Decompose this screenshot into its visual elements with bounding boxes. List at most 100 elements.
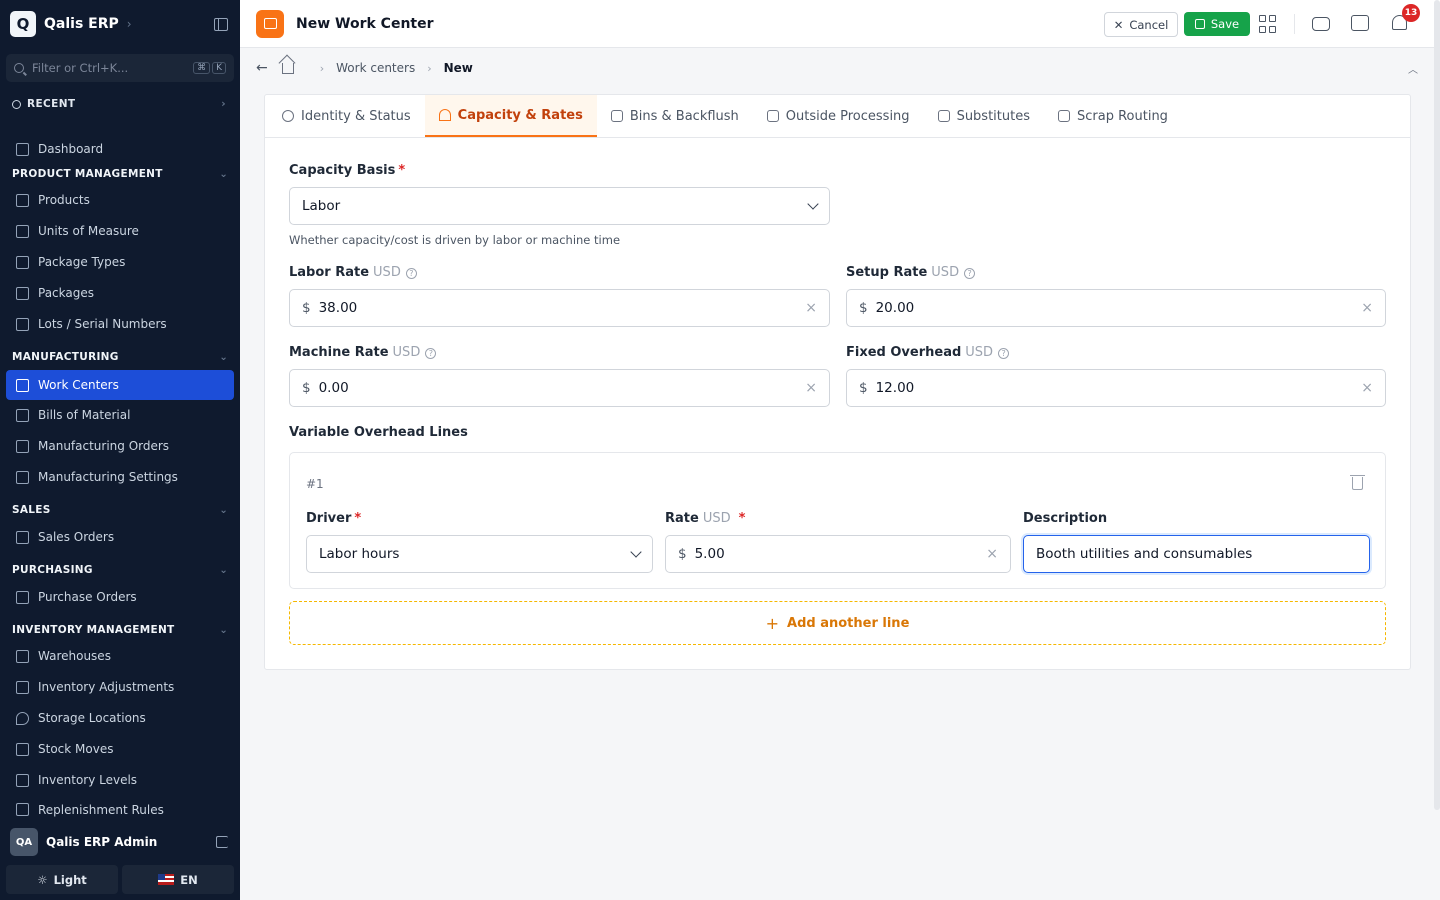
section-inventory-management[interactable]: INVENTORY MANAGEMENT ⌄ bbox=[12, 624, 228, 636]
hierarchy-icon bbox=[16, 408, 29, 422]
section-manufacturing[interactable]: MANUFACTURING ⌄ bbox=[12, 351, 228, 363]
unit-label: USD bbox=[965, 345, 994, 360]
labor-rate-input[interactable]: $38.00 × bbox=[289, 289, 830, 327]
sidebar-item-manufacturing-orders[interactable]: Manufacturing Orders bbox=[6, 431, 234, 461]
sidebar-item-inventory-levels[interactable]: Inventory Levels bbox=[6, 765, 234, 795]
currency-symbol: $ bbox=[302, 380, 311, 396]
setup-rate-input[interactable]: $20.00 × bbox=[846, 289, 1386, 327]
sidebar-item-sales-orders[interactable]: Sales Orders bbox=[6, 522, 234, 552]
sidebar-item-replenishment-rules[interactable]: Replenishment Rules bbox=[6, 796, 234, 818]
section-label: SALES bbox=[12, 504, 51, 516]
map-pin-icon bbox=[16, 711, 29, 725]
help-icon[interactable]: ? bbox=[998, 348, 1010, 359]
sidebar-item-packages[interactable]: Packages bbox=[6, 278, 234, 308]
capacity-basis-select[interactable]: Labor bbox=[289, 187, 830, 225]
chevron-right-icon[interactable]: › bbox=[127, 17, 132, 31]
clear-icon[interactable]: × bbox=[1361, 380, 1373, 396]
tab-label: Bins & Backflush bbox=[629, 108, 739, 124]
sidebar-item-bills-of-material[interactable]: Bills of Material bbox=[6, 400, 234, 430]
sidebar-item-manufacturing-settings[interactable]: Manufacturing Settings bbox=[6, 462, 234, 492]
currency-symbol: $ bbox=[678, 546, 687, 562]
currency-symbol: $ bbox=[859, 380, 868, 396]
tab-capacity-rates[interactable]: Capacity & Rates bbox=[424, 95, 597, 137]
section-product-management[interactable]: PRODUCT MANAGEMENT ⌄ bbox=[12, 168, 228, 180]
tab-label: Scrap Routing bbox=[1077, 108, 1168, 124]
clear-icon[interactable]: × bbox=[1361, 300, 1373, 316]
tab-outside-processing[interactable]: Outside Processing bbox=[753, 95, 924, 137]
language-label: EN bbox=[180, 872, 198, 887]
variable-overhead-label: Variable Overhead Lines bbox=[289, 425, 468, 440]
language-button[interactable]: EN bbox=[122, 865, 234, 894]
brand-name[interactable]: Qalis ERP bbox=[44, 16, 119, 32]
line-rate-input[interactable]: $5.00 × bbox=[665, 535, 1011, 573]
tab-substitutes[interactable]: Substitutes bbox=[924, 95, 1044, 137]
back-arrow-icon[interactable]: ← bbox=[256, 60, 268, 76]
sidebar-filter-input[interactable]: Filter or Ctrl+K... ⌘ K bbox=[6, 54, 234, 82]
sidebar-item-dashboard[interactable]: Dashboard bbox=[6, 134, 234, 164]
sidebar-item-purchase-orders[interactable]: Purchase Orders bbox=[6, 582, 234, 612]
cancel-button[interactable]: ✕ Cancel bbox=[1104, 12, 1178, 37]
tab-identity-status[interactable]: Identity & Status bbox=[268, 95, 425, 137]
section-purchasing[interactable]: PURCHASING ⌄ bbox=[12, 564, 228, 576]
add-another-line-button[interactable]: + Add another line bbox=[289, 601, 1386, 645]
page-scrollbar[interactable] bbox=[1434, 0, 1440, 810]
chevron-up-icon[interactable]: ︿ bbox=[1408, 61, 1418, 76]
sidebar-footer-buttons: ☼ Light EN bbox=[6, 865, 234, 894]
help-icon[interactable]: ? bbox=[425, 348, 437, 359]
driver-select[interactable]: Labor hours bbox=[306, 535, 653, 573]
form-tabs: Identity & Status Capacity & Rates Bins … bbox=[265, 95, 1410, 138]
sidebar-item-storage-locations[interactable]: Storage Locations bbox=[6, 703, 234, 733]
save-button[interactable]: Save bbox=[1184, 12, 1250, 36]
description-input[interactable]: Booth utilities and consumables bbox=[1023, 535, 1370, 573]
factory-icon bbox=[16, 378, 29, 392]
sidebar-item-stock-moves[interactable]: Stock Moves bbox=[6, 734, 234, 764]
chat-icon[interactable] bbox=[1351, 15, 1369, 31]
apps-grid-icon[interactable] bbox=[1259, 15, 1277, 33]
sidebar-item-label: Replenishment Rules bbox=[38, 803, 164, 817]
section-label: INVENTORY MANAGEMENT bbox=[12, 624, 175, 636]
sidebar-collapse-icon[interactable] bbox=[214, 17, 228, 31]
clear-icon[interactable]: × bbox=[986, 546, 998, 562]
user-profile[interactable]: QA Qalis ERP Admin bbox=[0, 826, 240, 858]
section-label: PRODUCT MANAGEMENT bbox=[12, 168, 163, 180]
section-sales[interactable]: SALES ⌄ bbox=[12, 504, 228, 516]
tab-bins-backflush[interactable]: Bins & Backflush bbox=[597, 95, 753, 137]
sidebar-item-products[interactable]: Products bbox=[6, 185, 234, 215]
machine-rate-label: Machine Rate USD? bbox=[289, 345, 437, 360]
sidebar-item-units-of-measure[interactable]: Units of Measure bbox=[6, 216, 234, 246]
sidebar-item-work-centers[interactable]: Work Centers bbox=[6, 370, 234, 400]
breadcrumb: ← › Work centers › New ︿ bbox=[240, 49, 1436, 87]
logout-icon[interactable] bbox=[216, 836, 228, 848]
sidebar-item-inventory-adjustments[interactable]: Inventory Adjustments bbox=[6, 672, 234, 702]
delete-line-trash-icon[interactable] bbox=[1350, 475, 1365, 490]
clear-icon[interactable]: × bbox=[805, 300, 817, 316]
machine-rate-input[interactable]: $0.00 × bbox=[289, 369, 830, 407]
recent-toggle[interactable]: RECENT › bbox=[0, 96, 240, 112]
layers-icon bbox=[16, 773, 29, 787]
chevron-down-icon: ⌄ bbox=[219, 351, 228, 363]
tab-scrap-routing[interactable]: Scrap Routing bbox=[1044, 95, 1182, 137]
fixed-overhead-input[interactable]: $12.00 × bbox=[846, 369, 1386, 407]
user-icon bbox=[282, 110, 294, 122]
sidebar-item-lots-serial-numbers[interactable]: Lots / Serial Numbers bbox=[6, 309, 234, 339]
input-value: 0.00 bbox=[318, 380, 349, 396]
input-value: 38.00 bbox=[318, 300, 358, 316]
input-value: 20.00 bbox=[875, 300, 915, 316]
document-icon bbox=[16, 530, 29, 544]
arrows-swap-icon bbox=[16, 742, 29, 756]
breadcrumb-work-centers[interactable]: Work centers bbox=[336, 61, 415, 75]
help-icon[interactable]: ? bbox=[405, 268, 417, 279]
clear-icon[interactable]: × bbox=[805, 380, 817, 396]
sidebar-item-package-types[interactable]: Package Types bbox=[6, 247, 234, 277]
required-marker: * bbox=[738, 511, 746, 526]
label-text: Rate bbox=[665, 511, 699, 526]
currency-symbol: $ bbox=[302, 300, 311, 316]
plus-icon: + bbox=[765, 613, 780, 633]
chevron-down-icon: ⌄ bbox=[219, 564, 228, 576]
assistant-bot-icon[interactable] bbox=[1312, 17, 1330, 31]
home-icon[interactable] bbox=[281, 62, 294, 74]
currency-symbol: $ bbox=[859, 300, 868, 316]
sidebar-item-warehouses[interactable]: Warehouses bbox=[6, 641, 234, 671]
theme-toggle-button[interactable]: ☼ Light bbox=[6, 865, 118, 894]
help-icon[interactable]: ? bbox=[964, 268, 976, 279]
